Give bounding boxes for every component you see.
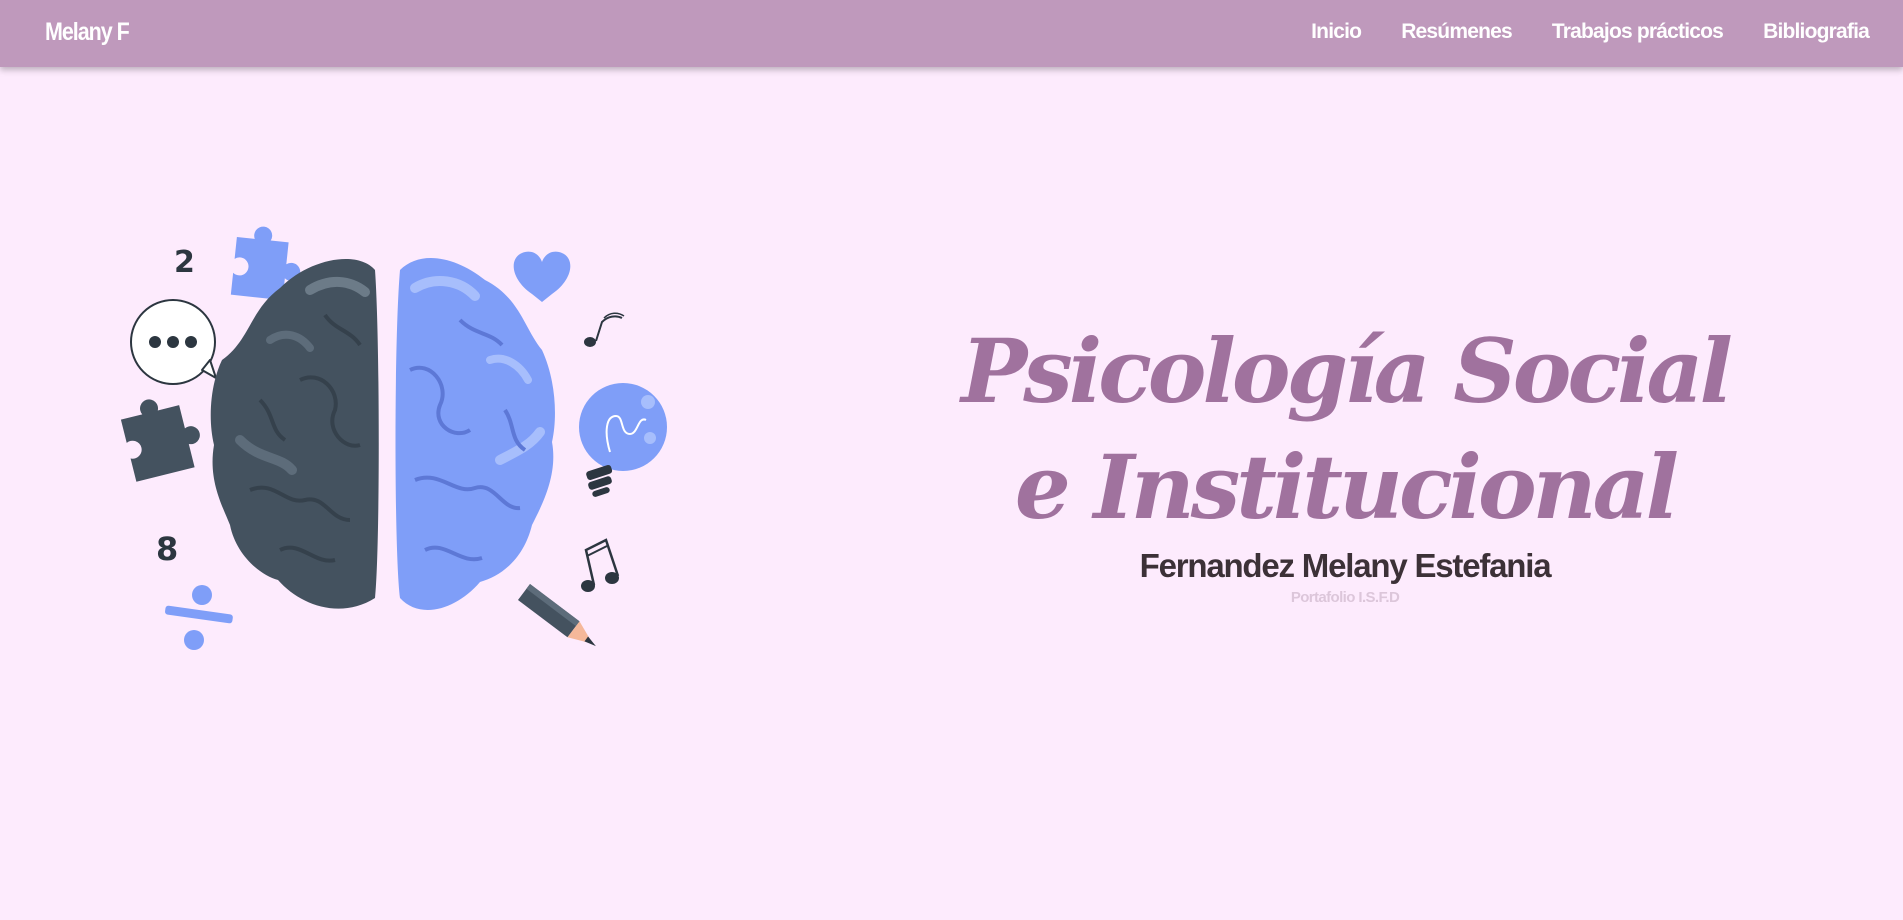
brand-logo[interactable]: Melany F — [45, 18, 130, 47]
author-name: Fernandez Melany Estefania — [1139, 547, 1552, 584]
nav-link-trabajos-practicos[interactable]: Trabajos prácticos — [1552, 20, 1724, 44]
pencil-icon — [517, 584, 596, 647]
division-sign-icon — [165, 585, 233, 650]
number-eight: 8 — [156, 530, 178, 568]
puzzle-piece-icon — [120, 399, 200, 482]
nav-links: Inicio Resúmenes Trabajos prácticos Bibl… — [1311, 20, 1870, 44]
subtitle: Portafolio I.S.F.D — [1290, 589, 1400, 606]
music-note-icon — [584, 312, 625, 347]
nav-link-bibliografia[interactable]: Bibliografia — [1763, 20, 1870, 44]
hero-illustration: 2 8 — [120, 226, 667, 650]
number-two: 2 — [174, 245, 195, 280]
page-title: Psicología Social e Institucional — [961, 319, 1733, 539]
brain-icon — [210, 257, 555, 610]
nav-link-inicio[interactable]: Inicio — [1311, 20, 1362, 44]
music-note-icon — [581, 538, 620, 592]
heart-icon — [513, 251, 571, 302]
nav-link-resumenes[interactable]: Resúmenes — [1401, 20, 1513, 44]
navbar: Melany F Inicio Resúmenes Trabajos práct… — [0, 0, 1903, 67]
speech-bubble-icon — [130, 299, 217, 385]
light-bulb-icon — [579, 383, 667, 497]
hero-text: Psicología Social e Institucional Fernan… — [960, 313, 1733, 606]
